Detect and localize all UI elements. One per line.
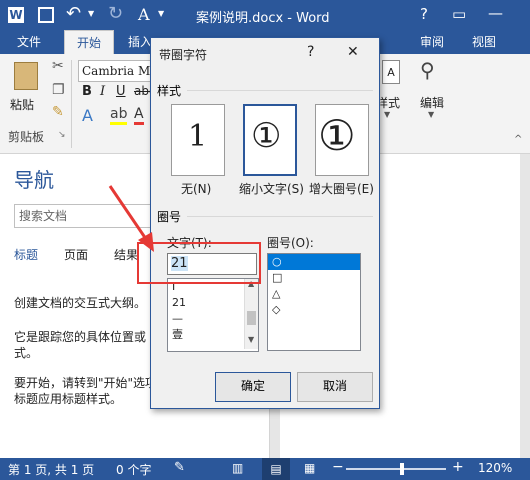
window-title: 案例说明.docx - Word bbox=[196, 11, 330, 26]
ribbon-display-icon[interactable]: ▭ bbox=[452, 5, 466, 23]
tab-review[interactable]: 审阅 bbox=[412, 30, 452, 54]
style-shrink-label[interactable]: 缩小文字(S) bbox=[239, 180, 304, 197]
print-layout-icon[interactable]: ▤ bbox=[262, 458, 290, 480]
scroll-thumb[interactable] bbox=[247, 311, 256, 325]
group-divider bbox=[71, 60, 72, 148]
zoom-in-button[interactable]: + bbox=[452, 459, 464, 475]
clipboard-group-label: 剪贴板 bbox=[8, 130, 45, 144]
ok-button[interactable]: 确定 bbox=[215, 372, 291, 402]
nav-desc-3a: 要开始，请转到"开始"选项 bbox=[14, 376, 158, 390]
read-mode-icon[interactable]: ▥ bbox=[232, 461, 243, 475]
circle-listbox[interactable]: ○ □ △ ◇ bbox=[267, 253, 361, 351]
style-enlarge-label[interactable]: 增大圈号(E) bbox=[309, 180, 374, 197]
styles-icon[interactable]: A bbox=[382, 60, 400, 84]
italic-icon[interactable]: I bbox=[100, 84, 105, 99]
paste-button[interactable]: 粘贴 bbox=[8, 60, 44, 116]
style-group-label: 样式 bbox=[157, 84, 182, 98]
style-option-enlarge-symbol[interactable]: ① bbox=[315, 104, 369, 176]
style-group-divider bbox=[187, 90, 373, 91]
redo-icon[interactable]: ↻ bbox=[108, 3, 123, 24]
style-none-glyph: 1 bbox=[188, 119, 208, 154]
highlight-icon[interactable]: ab bbox=[110, 106, 128, 125]
nav-title: 导航 bbox=[14, 168, 54, 192]
circle-list-item[interactable]: △ bbox=[268, 286, 360, 302]
cut-icon[interactable]: ✂ bbox=[52, 58, 64, 74]
circle-group-label: 圈号 bbox=[157, 210, 182, 224]
page-count[interactable]: 第 1 页, 共 1 页 bbox=[8, 461, 94, 478]
nav-desc-1: 创建文档的交互式大纲。 bbox=[14, 296, 147, 310]
save-icon[interactable] bbox=[38, 7, 54, 23]
enclose-characters-dialog: 带圈字符 ? ✕ 样式 1 无(N) ① 缩小文字(S) ① 增大圈号(E) 圈… bbox=[150, 37, 380, 409]
zoom-level[interactable]: 120% bbox=[478, 461, 512, 475]
text-listbox[interactable]: I 21 — 壹 ▲ ▼ bbox=[167, 278, 259, 352]
status-bar: 第 1 页, 共 1 页 0 个字 ✎ ▥ ▤ ▦ − + 120% bbox=[0, 458, 530, 480]
tab-home[interactable]: 开始 bbox=[64, 30, 114, 55]
undo-icon[interactable]: ↶ bbox=[66, 3, 81, 24]
zoom-slider-thumb[interactable] bbox=[400, 463, 404, 475]
paste-label: 粘贴 bbox=[10, 98, 35, 112]
cancel-button[interactable]: 取消 bbox=[297, 372, 373, 402]
proofing-icon[interactable]: ✎ bbox=[174, 460, 185, 475]
nav-tab-headings[interactable]: 标题 bbox=[14, 246, 38, 263]
circle-list-item[interactable]: ◇ bbox=[268, 302, 360, 318]
style-shrink-glyph: ① bbox=[251, 116, 282, 156]
nav-desc-2a: 它是跟踪您的具体位置或 bbox=[14, 330, 147, 344]
editing-label[interactable]: 编辑 bbox=[420, 94, 444, 111]
circle-list-item[interactable]: ○ bbox=[268, 254, 360, 270]
help-icon[interactable]: ? bbox=[420, 5, 428, 23]
minimize-icon[interactable]: — bbox=[488, 4, 503, 22]
editing-dropdown-icon[interactable]: ▼ bbox=[428, 110, 434, 119]
annotation-arrow-icon bbox=[108, 185, 154, 252]
style-option-none[interactable]: 1 bbox=[171, 104, 225, 176]
copy-icon[interactable]: ❐ bbox=[52, 82, 65, 98]
text-effects-icon[interactable]: A bbox=[82, 106, 93, 125]
find-binoculars-icon[interactable]: ⚲ bbox=[420, 58, 435, 82]
word-app-icon: W bbox=[8, 7, 24, 23]
format-painter-icon[interactable]: ✎ bbox=[52, 104, 64, 120]
collapse-ribbon-icon[interactable]: ^ bbox=[514, 134, 522, 145]
clipboard-launcher-icon[interactable]: ↘ bbox=[58, 130, 66, 140]
circle-group-divider bbox=[187, 216, 373, 217]
style-enlarge-glyph: ① bbox=[318, 111, 356, 160]
title-bar: W ↶ ▼ ↻ A ▼ 案例说明.docx - Word ? ▭ — bbox=[0, 0, 530, 30]
styles-dropdown-icon[interactable]: ▼ bbox=[384, 110, 390, 119]
circle-list-label: 圈号(O): bbox=[267, 236, 314, 250]
font-color-quick-icon[interactable]: A bbox=[138, 5, 150, 24]
undo-dropdown-icon[interactable]: ▼ bbox=[88, 9, 94, 18]
tab-file[interactable]: 文件 bbox=[6, 30, 52, 54]
font-color-icon[interactable]: A bbox=[134, 106, 144, 125]
nav-desc-2b: 式。 bbox=[14, 346, 39, 360]
dialog-title: 带圈字符 bbox=[159, 48, 208, 62]
web-layout-icon[interactable]: ▦ bbox=[304, 461, 315, 475]
zoom-out-button[interactable]: − bbox=[332, 459, 344, 475]
text-list-scrollbar[interactable]: ▲ ▼ bbox=[244, 279, 258, 349]
nav-tab-pages[interactable]: 页面 bbox=[64, 246, 88, 263]
font-name-box[interactable]: Cambria Ma bbox=[78, 60, 158, 82]
zoom-slider-track[interactable] bbox=[346, 468, 446, 470]
circle-list-item[interactable]: □ bbox=[268, 270, 360, 286]
scroll-down-icon[interactable]: ▼ bbox=[248, 335, 254, 344]
dialog-help-icon[interactable]: ? bbox=[307, 44, 314, 60]
nav-desc-3b: 标题应用标题样式。 bbox=[14, 392, 123, 406]
bold-icon[interactable]: B bbox=[82, 84, 92, 99]
dialog-close-icon[interactable]: ✕ bbox=[347, 44, 359, 60]
clipboard-icon bbox=[14, 62, 38, 90]
quick-access-dropdown-icon[interactable]: ▼ bbox=[158, 9, 164, 18]
style-option-shrink-text[interactable]: ① bbox=[243, 104, 297, 176]
tab-view[interactable]: 视图 bbox=[462, 30, 506, 54]
style-none-label[interactable]: 无(N) bbox=[181, 180, 211, 197]
word-count[interactable]: 0 个字 bbox=[116, 461, 151, 478]
underline-icon[interactable]: U bbox=[116, 84, 126, 99]
